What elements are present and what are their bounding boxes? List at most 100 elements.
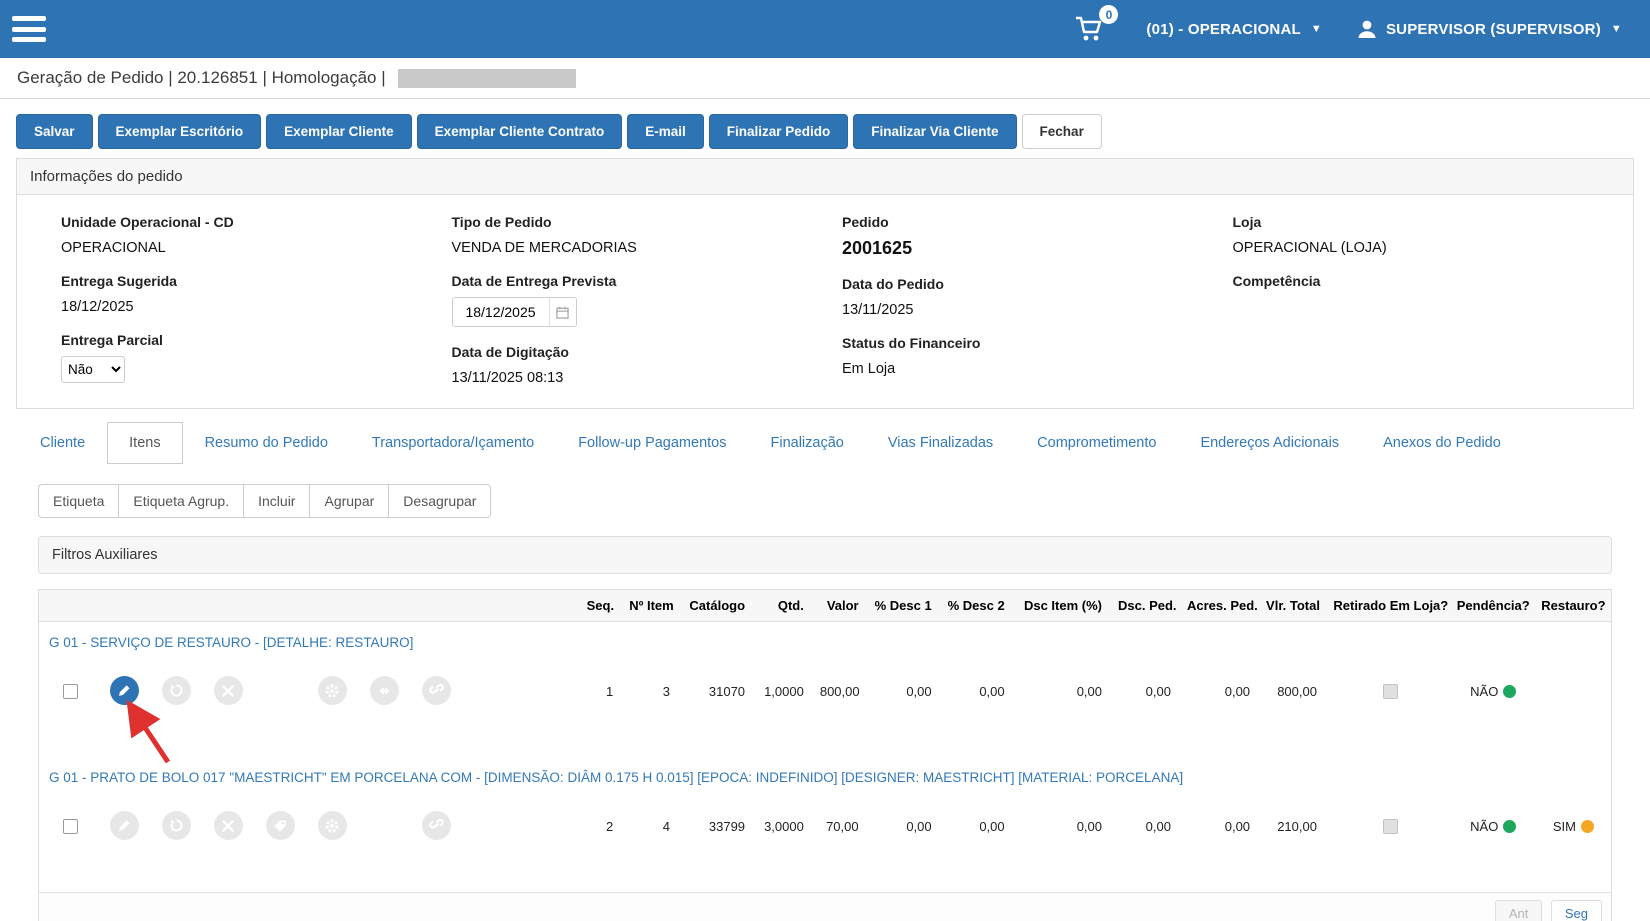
field-label: Entrega Parcial [61,332,452,348]
calendar-button[interactable] [549,298,576,326]
col-qtd: Qtd. [759,590,818,622]
cell-desc1: 0,00 [873,795,946,892]
link-button[interactable] [422,676,451,705]
data-entrega-prevista-input[interactable] [453,298,549,326]
cell-vlr-total: 210,00 [1264,795,1331,892]
etiqueta-button[interactable]: Etiqueta [38,484,119,518]
entrega-parcial-select[interactable]: Não [61,356,125,383]
tab-finalizacao[interactable]: Finalização [749,422,866,464]
exemplar-escritorio-button[interactable]: Exemplar Escritório [98,114,262,149]
edit-item-button[interactable] [110,676,139,705]
col-vlr-total: Vlr. Total [1264,590,1331,622]
filtros-auxiliares-panel[interactable]: Filtros Auxiliares [38,536,1612,574]
next-page-button[interactable]: Seg [1551,900,1602,921]
link-button[interactable] [422,811,451,840]
tab-anexos-do-pedido[interactable]: Anexos do Pedido [1361,422,1523,464]
chevron-down-icon: ▼ [1311,23,1322,35]
history-icon [169,683,184,698]
tag-button[interactable] [266,811,295,840]
email-button[interactable]: E-mail [627,114,704,149]
tab-cliente[interactable]: Cliente [18,422,107,464]
user-icon [1356,18,1378,40]
history-button[interactable] [162,676,191,705]
cancel-item-button[interactable] [214,676,243,705]
close-icon [222,820,234,832]
settings-button[interactable] [318,676,347,705]
col-catalogo: Catálogo [684,590,759,622]
field-label: Unidade Operacional - CD [61,214,452,230]
field-label: Data de Entrega Prevista [452,273,843,289]
cell-dsc-ped: 0,00 [1116,660,1185,757]
field-label: Competência [1233,273,1624,289]
incluir-button[interactable]: Incluir [243,484,310,518]
action-buttons: Salvar Exemplar Escritório Exemplar Clie… [0,99,1650,156]
info-column-2: Tipo de Pedido VENDA DE MERCADORIAS Data… [452,197,843,386]
tab-resumo-do-pedido[interactable]: Resumo do Pedido [183,422,350,464]
tab-follow-up-pagamentos[interactable]: Follow-up Pagamentos [556,422,748,464]
exemplar-cliente-button[interactable]: Exemplar Cliente [266,114,412,149]
tab-vias-finalizadas[interactable]: Vias Finalizadas [866,422,1015,464]
link-icon [429,683,444,698]
etiqueta-agrup-button[interactable]: Etiqueta Agrup. [118,484,244,518]
history-icon [169,818,184,833]
menu-button[interactable] [12,16,46,42]
tab-enderecos-adicionais[interactable]: Endereços Adicionais [1178,422,1361,464]
history-button[interactable] [162,811,191,840]
cancel-item-button[interactable] [214,811,243,840]
table-header-row: Seq. Nº Item Catálogo Qtd. Valor % Desc … [39,590,1611,622]
cell-dsc-item: 0,00 [1019,660,1116,757]
table-row: 1 3 31070 1,0000 800,00 0,00 0,00 0,00 0… [39,660,1611,757]
data-entrega-prevista-group [452,297,577,327]
exemplar-cliente-contrato-button[interactable]: Exemplar Cliente Contrato [417,114,623,149]
cell-num-item: 4 [627,795,684,892]
cell-qtd: 3,0000 [759,795,818,892]
field-value: Em Loja [842,361,1233,377]
col-seq: Seq. [585,590,628,622]
tab-comprometimento[interactable]: Comprometimento [1015,422,1178,464]
cart-button[interactable]: 0 [1074,14,1106,44]
salvar-button[interactable]: Salvar [16,114,93,149]
cell-num-item: 3 [627,660,684,757]
status-dot-orange [1581,820,1594,833]
field-value: OPERACIONAL (LOJA) [1233,240,1624,256]
field-value: 13/11/2025 [842,302,1233,318]
pedido-number: 2001625 [842,238,1233,259]
finalizar-via-cliente-button[interactable]: Finalizar Via Cliente [853,114,1016,149]
finalizar-pedido-button[interactable]: Finalizar Pedido [709,114,849,149]
group-title-row: G 01 - SERVIÇO DE RESTAURO - [DETALHE: R… [39,622,1611,661]
agrupar-button[interactable]: Agrupar [309,484,389,518]
group-title-row: G 01 - PRATO DE BOLO 017 "MAESTRICHT" EM… [39,757,1611,795]
cart-badge: 0 [1099,5,1118,24]
topbar: 0 (01) - OPERACIONAL ▼ SUPERVISOR (SUPER… [0,0,1650,58]
tab-itens[interactable]: Itens [107,422,182,464]
fechar-button[interactable]: Fechar [1022,114,1102,149]
unit-selector[interactable]: (01) - OPERACIONAL ▼ [1146,21,1322,38]
chevron-down-icon: ▼ [1611,23,1622,35]
topbar-right: 0 (01) - OPERACIONAL ▼ SUPERVISOR (SUPER… [1074,14,1622,44]
panel-title: Informações do pedido [17,159,1633,195]
transfer-button[interactable] [370,676,399,705]
col-valor: Valor [818,590,873,622]
col-acres-ped: Acres. Ped. [1185,590,1264,622]
edit-item-button[interactable] [110,811,139,840]
cell-desc2: 0,00 [946,660,1019,757]
field-value: OPERACIONAL [61,240,452,256]
desagrupar-button[interactable]: Desagrupar [388,484,491,518]
user-menu[interactable]: SUPERVISOR (SUPERVISOR) ▼ [1356,18,1622,40]
col-dsc-item: Dsc Item (%) [1019,590,1116,622]
settings-button[interactable] [318,811,347,840]
row-checkbox[interactable] [63,684,78,699]
pencil-icon [118,819,131,832]
row-checkbox[interactable] [63,819,78,834]
cell-vlr-total: 800,00 [1264,660,1331,757]
cell-seq: 2 [585,795,628,892]
field-value: 18/12/2025 [61,299,452,315]
previous-page-button[interactable]: Ant [1495,900,1543,921]
table-row: 2 4 33799 3,0000 70,00 0,00 0,00 0,00 0,… [39,795,1611,892]
tab-transportadora-icamento[interactable]: Transportadora/Içamento [350,422,556,464]
field-label: Tipo de Pedido [452,214,843,230]
pencil-icon [118,684,131,697]
annotation-arrow [116,694,178,768]
restauro-status: SIM [1536,795,1611,892]
cell-qtd: 1,0000 [759,660,818,757]
